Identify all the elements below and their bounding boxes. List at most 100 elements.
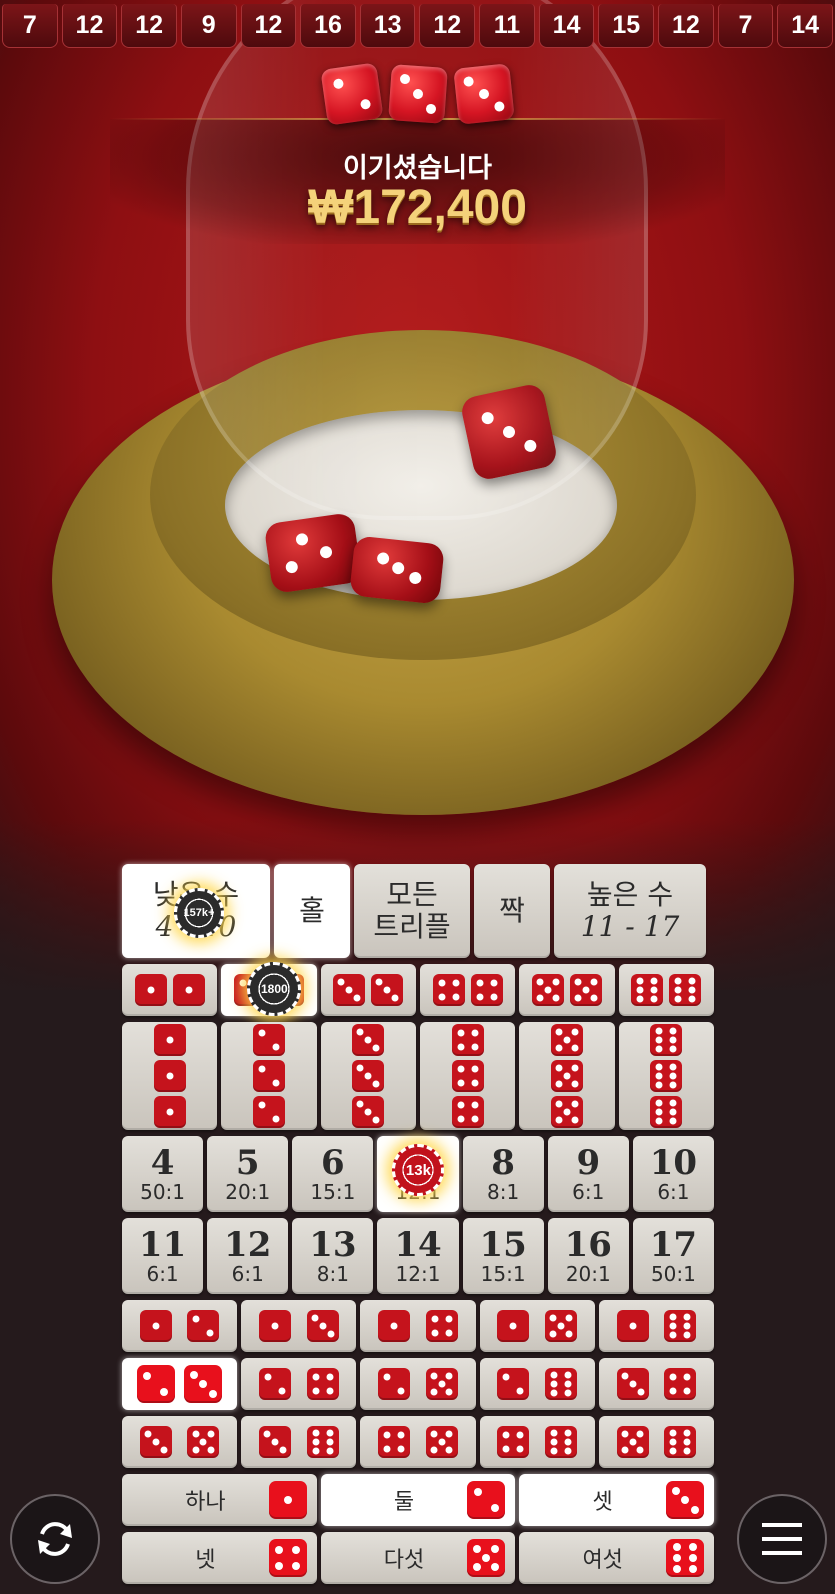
bet-triple-2[interactable]: [221, 1022, 317, 1130]
result-die-3-icon: [387, 64, 448, 124]
history-item: 16: [300, 4, 356, 48]
die-face-1-icon: [153, 1096, 186, 1128]
die-face-6-icon: [650, 1060, 683, 1092]
die-face-3-icon: [371, 974, 404, 1006]
die-face-3-icon: [259, 1426, 291, 1458]
die-face-6-icon: [669, 974, 702, 1006]
result-die-3-icon: [452, 63, 515, 125]
bet-pair-3[interactable]: [320, 964, 416, 1016]
bet-total-14[interactable]: 14 12:1: [377, 1218, 459, 1294]
die-face-4-icon: [378, 1426, 411, 1458]
bet-total-16[interactable]: 16 20:1: [547, 1218, 629, 1294]
bet-pair-6[interactable]: [618, 964, 714, 1016]
die-face-4-icon: [497, 1426, 530, 1458]
bet-combo-1-4[interactable]: [360, 1300, 476, 1352]
die-face-5-icon: [187, 1426, 220, 1458]
bet-even[interactable]: 짝: [474, 864, 550, 958]
rebet-button[interactable]: [10, 1494, 100, 1584]
die-face-2-icon: [252, 1024, 285, 1056]
bet-combo-5-6[interactable]: [598, 1416, 715, 1468]
bet-triple-3[interactable]: [320, 1022, 416, 1130]
bet-triple-5[interactable]: [519, 1022, 615, 1130]
bet-total-13[interactable]: 13 8:1: [292, 1218, 374, 1294]
die-face-5-icon: [616, 1426, 649, 1458]
bet-single-2[interactable]: 둘: [320, 1474, 516, 1526]
bet-odd[interactable]: 홀: [274, 864, 350, 958]
bet-total-17[interactable]: 17 50:1: [632, 1218, 714, 1294]
bet-total-9[interactable]: 9 6:1: [547, 1136, 629, 1212]
bet-single-4[interactable]: 넷: [122, 1532, 317, 1584]
menu-icon: [762, 1523, 802, 1555]
bet-combo-1-2[interactable]: [122, 1300, 238, 1352]
history-item: 7: [717, 4, 774, 48]
win-amount: ₩172,400: [308, 181, 527, 234]
bet-pair-2[interactable]: 1800: [221, 962, 317, 1016]
die-face-1-icon: [268, 1481, 307, 1519]
bet-pair-4[interactable]: [419, 964, 516, 1016]
die-face-6-icon: [545, 1368, 577, 1400]
history-item: 14: [777, 4, 833, 48]
die-face-4-icon: [432, 974, 465, 1006]
bet-triple-4[interactable]: [419, 1022, 516, 1130]
bet-triple-6[interactable]: [618, 1022, 714, 1130]
die-face-1-icon: [616, 1310, 649, 1342]
die-face-1-icon: [259, 1310, 291, 1342]
die-face-3-icon: [306, 1310, 339, 1342]
bet-total-11[interactable]: 11 6:1: [122, 1218, 204, 1294]
bet-total-7[interactable]: 712:113k: [377, 1136, 459, 1212]
bet-combo-4-5[interactable]: [360, 1416, 476, 1468]
die-face-2-icon: [136, 1365, 175, 1403]
history-item: 12: [419, 4, 476, 48]
rebet-icon: [38, 1522, 72, 1556]
die-face-3-icon: [666, 1481, 705, 1519]
die-face-2-icon: [252, 1096, 285, 1128]
bet-small[interactable]: 낮은 수 4 - 10 157k+: [122, 864, 270, 958]
bet-combo-2-4[interactable]: [241, 1358, 357, 1410]
bet-single-1[interactable]: 하나: [122, 1474, 317, 1526]
bet-combo-1-5[interactable]: [479, 1300, 595, 1352]
betting-board: 낮은 수 4 - 10 157k+ 홀 모든 트리플 짝 높은 수 11 - 1…: [122, 864, 715, 1590]
menu-button[interactable]: [737, 1494, 827, 1584]
bet-single-5[interactable]: 다섯: [320, 1532, 516, 1584]
die-face-1-icon: [153, 1060, 186, 1092]
die-face-5-icon: [425, 1368, 458, 1400]
die-face-5-icon: [425, 1426, 458, 1458]
bet-combo-2-3[interactable]: [122, 1358, 238, 1410]
bet-triple-1[interactable]: [122, 1022, 218, 1130]
bet-any-triple[interactable]: 모든 트리플: [354, 864, 470, 958]
bet-combo-3-4[interactable]: [598, 1358, 715, 1410]
bet-big[interactable]: 높은 수 11 - 17: [554, 864, 706, 958]
die-face-1-icon: [153, 1024, 186, 1056]
bet-total-5[interactable]: 5 20:1: [207, 1136, 289, 1212]
history-item: 12: [61, 4, 118, 48]
bet-combo-4-6[interactable]: [479, 1416, 595, 1468]
bet-pair-5[interactable]: [519, 964, 615, 1016]
bet-combo-2-6[interactable]: [479, 1358, 595, 1410]
die-face-1-icon: [139, 1310, 172, 1342]
die-face-4-icon: [470, 974, 503, 1006]
bet-total-15[interactable]: 15 15:1: [462, 1218, 544, 1294]
die-face-3-icon: [352, 1060, 385, 1092]
result-dice: [0, 62, 835, 126]
history-item: 14: [538, 4, 595, 48]
bet-pair-1[interactable]: [122, 964, 218, 1016]
bet-single-3[interactable]: 셋: [519, 1474, 715, 1526]
bet-single-6[interactable]: 여섯: [519, 1532, 715, 1584]
bet-combo-3-5[interactable]: [122, 1416, 238, 1468]
bet-total-6[interactable]: 6 15:1: [292, 1136, 374, 1212]
bet-total-8[interactable]: 8 8:1: [462, 1136, 544, 1212]
die-face-2-icon: [187, 1310, 220, 1342]
bet-combo-3-6[interactable]: [241, 1416, 357, 1468]
bet-combo-2-5[interactable]: [360, 1358, 476, 1410]
die-face-6-icon: [631, 974, 664, 1006]
bet-total-10[interactable]: 10 6:1: [632, 1136, 714, 1212]
bet-total-4[interactable]: 4 50:1: [122, 1136, 204, 1212]
die-face-2-icon: [467, 1481, 506, 1519]
bet-combo-1-3[interactable]: [241, 1300, 357, 1352]
die-face-1-icon: [497, 1310, 530, 1342]
die-face-5-icon: [550, 1060, 583, 1092]
die-face-4-icon: [451, 1024, 484, 1056]
bet-total-12[interactable]: 12 6:1: [207, 1218, 289, 1294]
die-face-6-icon: [666, 1539, 705, 1577]
bet-combo-1-6[interactable]: [598, 1300, 715, 1352]
